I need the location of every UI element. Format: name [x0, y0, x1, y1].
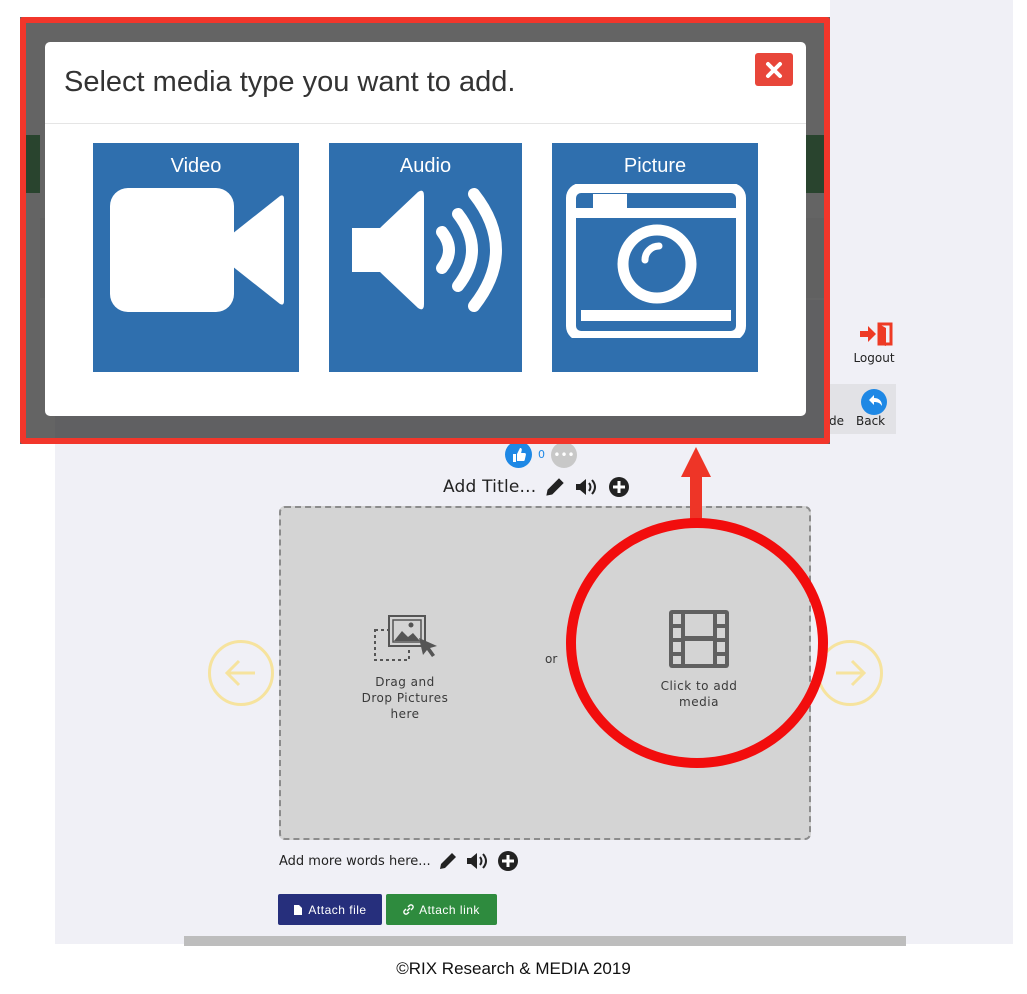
logout-button[interactable]: Logout	[846, 322, 902, 365]
annotation-circle	[566, 518, 828, 768]
logout-icon	[860, 322, 893, 346]
pencil-icon[interactable]	[544, 476, 566, 498]
link-icon	[403, 904, 414, 915]
drag-picture-icon	[374, 615, 437, 661]
drag-drop-area[interactable]: Drag and Drop Pictures here	[345, 612, 465, 722]
attach-link-label: Attach link	[419, 902, 480, 917]
description-input[interactable]: Add more words here...	[279, 854, 431, 869]
title-input[interactable]: Add Title...	[443, 477, 536, 497]
bottom-bar	[184, 936, 906, 946]
drag-drop-label: Drag and Drop Pictures here	[361, 675, 449, 721]
more-options-icon[interactable]: •••	[551, 441, 577, 468]
title-row: Add Title...	[443, 476, 630, 498]
speaker-icon[interactable]	[465, 850, 491, 872]
arrow-right-icon	[836, 659, 867, 687]
or-label: or	[545, 652, 558, 666]
likes-row: 0 •••	[505, 441, 577, 468]
description-row: Add more words here...	[279, 850, 519, 872]
highlight-frame	[20, 17, 830, 444]
annotation-arrow-shaft	[690, 474, 702, 524]
attach-link-button[interactable]: Attach link	[386, 894, 497, 925]
arrow-left-icon	[224, 659, 255, 687]
logout-label: Logout	[853, 351, 895, 365]
add-circle-icon[interactable]	[608, 476, 630, 498]
like-count: 0	[538, 448, 545, 461]
attach-file-label: Attach file	[308, 902, 367, 917]
back-arrow-icon	[861, 389, 887, 415]
add-circle-icon[interactable]	[497, 850, 519, 872]
pencil-icon[interactable]	[437, 850, 459, 872]
thumbs-up-icon[interactable]	[505, 441, 532, 468]
attach-file-button[interactable]: Attach file	[278, 894, 382, 925]
partial-button-label: de	[829, 414, 844, 428]
speaker-icon[interactable]	[574, 476, 600, 498]
annotation-arrow-head	[681, 447, 711, 477]
file-icon	[294, 904, 303, 915]
back-label: Back	[856, 414, 886, 428]
screenshot: Logout de Back 0 ••• Add Title... Drag a	[0, 0, 1027, 994]
copyright-footer: ©RIX Research & MEDIA 2019	[396, 959, 631, 978]
previous-arrow-button[interactable]	[208, 640, 274, 706]
